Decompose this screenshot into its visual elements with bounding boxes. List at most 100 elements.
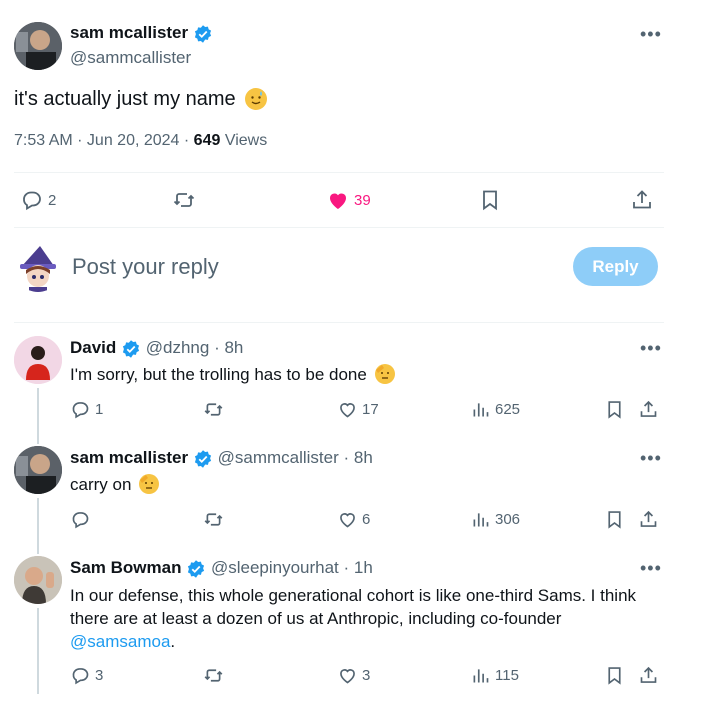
bookmark-icon xyxy=(608,401,621,419)
reply-text-row: I'm sorry, but the trolling has to be do… xyxy=(70,364,395,385)
main-post-views-count: 649 xyxy=(193,132,221,149)
reply-text-end: . xyxy=(170,632,176,651)
reply-text-row: carry on xyxy=(70,474,160,495)
reply-like-button[interactable]: 6 xyxy=(337,509,370,530)
reply-header: sam mcallister @sammcallister · 8h xyxy=(70,448,373,468)
main-post-handle[interactable]: @sammcallister xyxy=(70,48,191,68)
main-reply-button[interactable]: 2 xyxy=(20,188,56,212)
saluting-face-emoji-icon xyxy=(374,364,395,384)
reply-icon xyxy=(23,191,41,211)
reply-composer-input[interactable]: Post your reply xyxy=(72,254,219,280)
reply-text: carry on xyxy=(70,475,132,494)
reply-bookmark-button[interactable] xyxy=(604,665,625,686)
views-icon xyxy=(473,669,489,683)
verified-badge-icon xyxy=(194,449,211,468)
share-icon xyxy=(633,190,651,209)
reply-reply-count: 3 xyxy=(95,667,104,684)
reply-repost-button[interactable] xyxy=(203,509,224,530)
share-icon xyxy=(640,666,657,683)
more-icon[interactable]: ••• xyxy=(640,449,662,467)
avatar-david[interactable] xyxy=(14,336,62,384)
main-like-button[interactable]: 39 xyxy=(326,188,371,212)
reply-time[interactable]: 1h xyxy=(354,558,373,577)
mention-link[interactable]: @samsamoa xyxy=(70,632,170,651)
reply-display-name[interactable]: sam mcallister xyxy=(70,448,188,467)
reply-views-button[interactable]: 306 xyxy=(470,509,520,530)
reply-text: I'm sorry, but the trolling has to be do… xyxy=(70,365,367,384)
reply-header: Sam Bowman @sleepinyourhat · 1h xyxy=(70,558,373,578)
reply-like-count: 17 xyxy=(362,401,379,418)
reply-display-name[interactable]: David xyxy=(70,338,116,357)
share-icon xyxy=(640,400,657,417)
main-post-views-label: Views xyxy=(220,132,268,149)
bookmark-icon xyxy=(608,667,621,685)
reply-time[interactable]: 8h xyxy=(224,338,243,357)
reply-share-button[interactable] xyxy=(638,665,659,686)
reply-header: David @dzhng · 8h xyxy=(70,338,244,358)
avatar-sam-mcallister[interactable] xyxy=(14,446,62,494)
views-icon xyxy=(473,513,489,527)
reply-icon xyxy=(72,402,89,419)
reply-reply-button[interactable] xyxy=(70,509,95,530)
more-icon[interactable]: ••• xyxy=(640,559,662,577)
main-post-meta: 7:53 AM · Jun 20, 2024 · 649 Views xyxy=(14,132,267,150)
like-icon xyxy=(340,403,355,418)
reply-display-name[interactable]: Sam Bowman xyxy=(70,558,181,577)
main-post-header: sam mcallister xyxy=(70,23,213,44)
reply-bookmark-button[interactable] xyxy=(604,509,625,530)
repost-icon xyxy=(204,513,223,526)
reply-repost-button[interactable] xyxy=(203,665,224,686)
reply-handle[interactable]: @sammcallister xyxy=(218,448,339,467)
main-post-display-name[interactable]: sam mcallister xyxy=(70,23,188,42)
main-like-count: 39 xyxy=(354,191,371,209)
current-user-avatar[interactable] xyxy=(14,244,62,292)
reply-repost-button[interactable] xyxy=(203,399,224,420)
reply-icon xyxy=(72,668,89,685)
like-icon xyxy=(340,513,355,528)
main-reply-count: 2 xyxy=(48,191,57,209)
reply-reply-count: 1 xyxy=(95,401,104,418)
verified-badge-icon xyxy=(188,559,205,578)
reply-handle[interactable]: @sleepinyourhat xyxy=(211,558,339,577)
main-post-text-row: it's actually just my name xyxy=(14,88,268,111)
reply-like-count: 3 xyxy=(362,667,371,684)
reply-bookmark-button[interactable] xyxy=(604,399,625,420)
reply-time[interactable]: 8h xyxy=(354,448,373,467)
reply-like-count: 6 xyxy=(362,511,371,528)
reply-views-button[interactable]: 625 xyxy=(470,399,520,420)
reply-views-count: 115 xyxy=(495,667,519,684)
reply-share-button[interactable] xyxy=(638,399,659,420)
thread-line xyxy=(37,498,39,554)
thread-line xyxy=(37,388,39,444)
main-bookmark-button[interactable] xyxy=(478,188,502,212)
reply-text: In our defense, this whole generational … xyxy=(70,586,637,628)
reply-like-button[interactable]: 3 xyxy=(337,665,370,686)
more-icon[interactable]: ••• xyxy=(640,25,662,43)
reply-share-button[interactable] xyxy=(638,509,659,530)
views-icon xyxy=(473,403,489,417)
main-share-button[interactable] xyxy=(630,188,654,212)
main-post-time[interactable]: 7:53 AM · Jun 20, 2024 · xyxy=(14,132,194,149)
reply-like-button[interactable]: 17 xyxy=(337,399,379,420)
sweat-smile-emoji-icon xyxy=(245,88,268,110)
thread-line xyxy=(37,608,39,694)
reply-reply-button[interactable]: 1 xyxy=(70,399,103,420)
main-repost-button[interactable] xyxy=(172,188,196,212)
divider xyxy=(14,322,664,323)
reply-submit-button[interactable]: Reply xyxy=(573,247,658,286)
divider xyxy=(14,227,664,228)
reply-views-button[interactable]: 115 xyxy=(470,665,519,686)
saluting-face-emoji-icon xyxy=(139,474,160,494)
like-icon xyxy=(330,193,346,209)
more-icon[interactable]: ••• xyxy=(640,339,662,357)
avatar-sam-mcallister[interactable] xyxy=(14,22,62,70)
bookmark-icon xyxy=(608,511,621,529)
verified-badge-icon xyxy=(194,24,211,43)
reply-reply-button[interactable]: 3 xyxy=(70,665,103,686)
divider xyxy=(14,172,664,173)
repost-icon xyxy=(173,193,195,207)
repost-icon xyxy=(204,403,223,416)
bookmark-icon xyxy=(483,190,497,211)
avatar-sam-bowman[interactable] xyxy=(14,556,62,604)
reply-handle[interactable]: @dzhng xyxy=(146,338,210,357)
